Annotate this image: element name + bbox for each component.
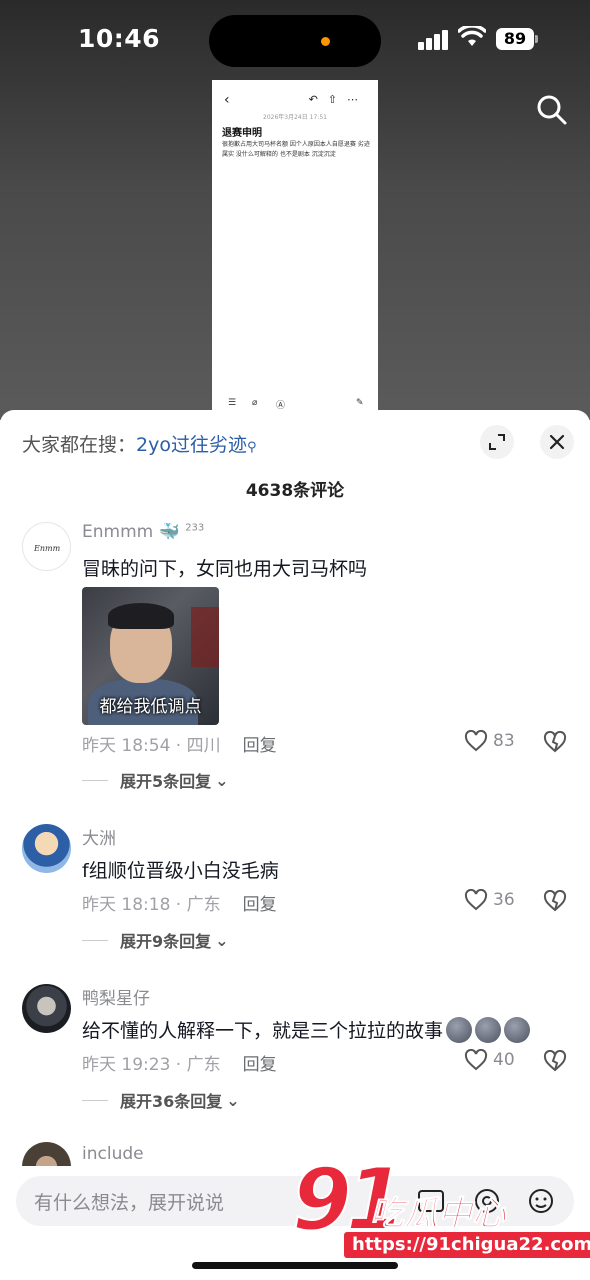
dislike-heart-icon[interactable]: [543, 890, 567, 912]
comment-username[interactable]: 鸭梨星仔: [82, 984, 150, 1009]
svg-text:Enmm: Enmm: [33, 544, 61, 553]
shot-toolbar-icons: ↶⇧⋯: [308, 93, 368, 106]
divider-line: [82, 939, 108, 941]
expand-replies-label: 展开5条回复: [120, 772, 212, 791]
comment-text: 冒昧的问下，女同也用大司马杯吗: [82, 558, 368, 580]
shot-date: 2026年3月24日 17:51: [263, 114, 327, 121]
comment-username[interactable]: Enmmm 🐳 233: [82, 522, 204, 542]
comment-text: f组顺位晋级小白没毛病: [82, 860, 279, 882]
whale-icon: 🐳: [158, 522, 180, 542]
like-count: 83: [493, 731, 515, 751]
shot-nav-bar: ‹ ↶⇧⋯: [212, 90, 378, 110]
expand-replies-label: 展开36条回复: [120, 1092, 223, 1111]
divider-line: [82, 779, 108, 781]
attachment-icon: ⌀: [252, 398, 258, 408]
heart-icon: [464, 889, 488, 911]
recording-dot: [321, 37, 330, 46]
home-indicator[interactable]: [192, 1262, 398, 1269]
expand-replies-label: 展开9条回复: [120, 932, 212, 951]
expand-button[interactable]: [480, 425, 514, 459]
comment-time: 昨天 18:18 · 广东: [82, 895, 221, 915]
shot-title: 退赛申明: [222, 128, 262, 139]
comment-count: 4638条评论: [245, 481, 345, 501]
avatar[interactable]: Enmm: [22, 522, 71, 571]
status-time: 10:46: [78, 24, 161, 53]
comment-text: 给不懂的人解释一下，就是三个拉拉的故事: [82, 1016, 531, 1045]
trending-search[interactable]: 大家都在搜：2yo过往劣迹⚲: [22, 430, 257, 457]
compose-icon: ✎: [356, 398, 364, 408]
emoji-icon: [475, 1016, 502, 1043]
trending-prefix: 大家都在搜：: [22, 434, 137, 456]
like-count: 40: [493, 1050, 515, 1070]
watermark-url: https://91chigua22.com: [344, 1232, 590, 1258]
shot-body: 很抱歉占用大司马杯名额 因个人原因本人自愿退赛 劣迹属实 没什么可解释的 也不是…: [222, 141, 370, 158]
expand-icon: [489, 434, 505, 450]
comment-meta: 昨天 19:23 · 广东 回复: [82, 1050, 277, 1075]
reply-button[interactable]: 回复: [243, 895, 277, 915]
reply-button[interactable]: 回复: [243, 1055, 277, 1075]
battery-indicator: 89: [496, 28, 534, 50]
dislike-heart-icon[interactable]: [543, 731, 567, 753]
dynamic-island: [209, 15, 381, 67]
avatar[interactable]: [22, 824, 71, 873]
back-icon: ‹: [224, 92, 230, 108]
comment-text-content: 给不懂的人解释一下，就是三个拉拉的故事: [82, 1020, 444, 1042]
like-button[interactable]: 83: [464, 730, 515, 752]
chevron-down-icon: ⌄: [215, 930, 229, 950]
image-background-shelf: [191, 607, 219, 667]
heart-icon: [464, 1049, 488, 1071]
status-bar: 10:46 89: [0, 0, 590, 80]
emoji-icon: [504, 1016, 531, 1043]
heart-icon: [464, 730, 488, 752]
search-small-icon: ⚲: [246, 440, 257, 455]
search-icon[interactable]: [536, 94, 568, 126]
watermark-logo: 91 吃瓜中心 https://91chigua22.com: [291, 1149, 590, 1266]
user-badge: 233: [185, 522, 205, 534]
image-caption: 都给我低调点: [99, 697, 202, 717]
comment-input-placeholder[interactable]: 有什么想法，展开说说: [34, 1188, 224, 1215]
expand-replies-button[interactable]: 展开9条回复 ⌄: [82, 928, 229, 952]
chevron-down-icon: ⌄: [226, 1090, 240, 1110]
watermark-title: 吃瓜中心: [370, 1194, 507, 1235]
battery-tip: [535, 35, 538, 43]
expand-replies-button[interactable]: 展开36条回复 ⌄: [82, 1088, 240, 1112]
wifi-icon: [458, 26, 486, 46]
avatar[interactable]: [22, 984, 71, 1033]
signal-icon: [418, 30, 450, 50]
divider-line: [82, 1099, 108, 1101]
comment-meta: 昨天 18:54 · 四川 回复: [82, 731, 277, 756]
checklist-icon: ☰: [228, 398, 237, 408]
username-text: Enmmm: [82, 522, 154, 542]
close-button[interactable]: [540, 425, 574, 459]
expand-replies-button[interactable]: 展开5条回复 ⌄: [82, 768, 229, 792]
comment-time: 昨天 18:54 · 四川: [82, 736, 221, 756]
comment-image[interactable]: 都给我低调点: [82, 587, 219, 725]
comment-time: 昨天 19:23 · 广东: [82, 1055, 221, 1075]
avatar[interactable]: [22, 1142, 71, 1166]
chevron-down-icon: ⌄: [215, 770, 229, 790]
comment-username[interactable]: 大洲: [82, 824, 116, 849]
close-icon: [549, 434, 565, 450]
image-person-hair: [108, 603, 174, 629]
reply-button[interactable]: 回复: [243, 736, 277, 756]
dislike-heart-icon[interactable]: [543, 1050, 567, 1072]
like-button[interactable]: 40: [464, 1049, 515, 1071]
emoji-icon: [446, 1016, 473, 1043]
trending-keyword[interactable]: 2yo过往劣迹: [136, 434, 247, 456]
comment-meta: 昨天 18:18 · 广东 回复: [82, 890, 277, 915]
video-screenshot[interactable]: ‹ ↶⇧⋯ 2026年3月24日 17:51 退赛申明 很抱歉占用大司马杯名额 …: [212, 80, 378, 420]
like-count: 36: [493, 890, 515, 910]
like-button[interactable]: 36: [464, 889, 515, 911]
comment-username[interactable]: include: [82, 1144, 144, 1164]
